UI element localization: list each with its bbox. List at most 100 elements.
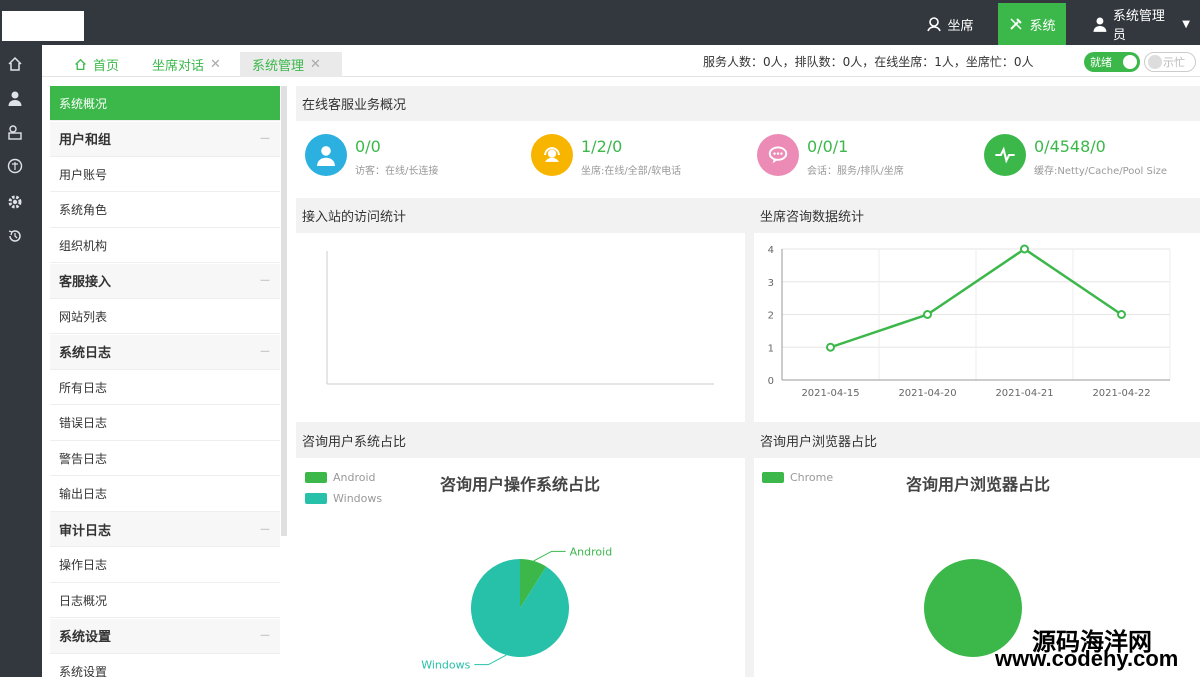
collapse-icon: — <box>260 275 270 286</box>
x-tick-label: 2021-04-20 <box>898 388 956 399</box>
sidebar-item-label: 所有日志 <box>59 380 108 395</box>
caret-down-icon: ▼ <box>1182 18 1190 30</box>
tab-home[interactable]: 首页 <box>62 52 131 77</box>
collapse-icon: — <box>260 630 270 641</box>
sidebar-menu: 系统概况 用户和组 — 用户账号系统角色组织机构 客服接入 — 网站列表 系统日志 — 所有日志错… <box>50 86 280 677</box>
sidebar-item[interactable]: 用户账号 <box>50 157 280 192</box>
headset-icon <box>531 134 573 176</box>
seat-icon <box>927 17 942 32</box>
logo <box>2 11 84 41</box>
sidebar-group-header[interactable]: 客服接入 — <box>50 263 280 299</box>
pulse-icon <box>984 134 1026 176</box>
toggle-knob <box>1148 55 1162 69</box>
pie-label-line <box>533 550 566 562</box>
kpi-caption: 访客：在线/长连接 <box>355 166 439 177</box>
data-point <box>826 342 835 352</box>
user-menu-label: 系统管理员 <box>1112 9 1165 43</box>
home-icon[interactable] <box>0 52 30 76</box>
tab-label: 坐席对话 <box>152 59 205 74</box>
sidebar-item-label: 操作日志 <box>59 558 108 572</box>
kpi-value: 0/0 <box>355 137 381 156</box>
os-panel: 咨询用户系统占比 咨询用户操作系统占比 Android Windows Andr… <box>296 423 745 677</box>
visits-chart <box>326 251 714 385</box>
sidebar-item-label: 错误日志 <box>59 416 108 430</box>
sidebar-item[interactable]: 错误日志 <box>50 406 280 441</box>
sidebar-item[interactable]: 操作日志 <box>50 548 280 583</box>
visits-panel: 接入站的访问统计 <box>296 198 745 422</box>
user-icon <box>305 134 347 176</box>
collapse-icon: — <box>260 523 270 535</box>
sidebar-item[interactable]: 系统概况 <box>50 86 280 121</box>
left-icon-rail <box>0 45 42 677</box>
sidebar-group-header[interactable]: 系统日志 — <box>50 334 280 370</box>
overview-panel: 在线客服业务概况 0/0 访客：在线/长连接 1/2/0 坐席:在线/全部/软电… <box>296 86 1200 198</box>
y-tick-label: 2 <box>768 311 774 322</box>
sidebar-item-label: 系统设置 <box>59 630 112 645</box>
user-icon <box>1093 17 1107 32</box>
consult-title: 坐席咨询数据统计 <box>754 198 1200 233</box>
visits-title: 接入站的访问统计 <box>296 198 745 233</box>
sidebar-group-header[interactable]: 用户和组 — <box>50 121 280 157</box>
sidebar-item[interactable]: 系统角色 <box>50 193 280 228</box>
pie-slice <box>924 559 1022 657</box>
gear-icon[interactable] <box>0 190 30 214</box>
sidebar-item[interactable]: 组织机构 <box>50 228 280 263</box>
sidebar-item[interactable]: 所有日志 <box>50 370 280 405</box>
sidebar-item[interactable]: 系统设置 <box>50 654 280 677</box>
kpi-agents: 1/2/0 坐席:在线/全部/软电话 <box>531 134 741 178</box>
y-tick-label: 4 <box>768 245 774 256</box>
consult-panel: 坐席咨询数据统计 0 1 2 3 4 2021-04-15 2021-04-20 2021-0… <box>754 198 1200 422</box>
close-icon[interactable]: ✕ <box>210 57 221 72</box>
seat-menu-button[interactable]: 坐席 <box>910 3 990 45</box>
x-tick-label: 2021-04-15 <box>801 388 859 399</box>
pie-label: Windows <box>421 659 470 672</box>
kpi-sessions: 0/0/1 会话：服务/排队/坐席 <box>757 134 967 178</box>
dashboard: 在线客服业务概况 0/0 访客：在线/长连接 1/2/0 坐席:在线/全部/软电… <box>296 86 1200 677</box>
user-menu-button[interactable]: 系统管理员 ▼ <box>1082 3 1200 45</box>
sidebar-item[interactable]: 网站列表 <box>50 299 280 334</box>
sidebar-item[interactable]: 日志概况 <box>50 583 280 618</box>
sidebar-scrollbar[interactable] <box>281 86 287 536</box>
tab-agent-chat[interactable]: 坐席对话 ✕ <box>140 52 233 77</box>
sidebar-item-label: 审计日志 <box>59 523 112 539</box>
data-point <box>923 310 932 319</box>
close-icon[interactable]: ✕ <box>310 57 321 72</box>
x-tick-label: 2021-04-22 <box>1092 388 1150 399</box>
service-stats-text: 服务人数：0人，排队数：0人，在线坐席：1人，坐席忙：0人 <box>703 55 1034 69</box>
person-icon[interactable] <box>0 86 30 110</box>
history-icon[interactable] <box>0 224 30 248</box>
kpi-value: 0/4548/0 <box>1034 137 1106 156</box>
sidebar-item-label: 日志概况 <box>59 593 108 608</box>
knowledge-icon[interactable] <box>0 154 30 178</box>
os-pie-chart: Android Windows <box>421 545 613 672</box>
kpi-visitors: 0/0 访客：在线/长连接 <box>305 134 515 178</box>
sidebar-item-label: 系统设置 <box>59 664 108 677</box>
sidebar-item-label: 用户账号 <box>59 167 108 182</box>
sidebar-item-label: 系统角色 <box>59 203 108 217</box>
app-root: 坐席 系统 系统管理员 ▼ 首页 坐席对话 ✕ 系统管理 ✕ 服务人数：0人，排… <box>0 0 1200 677</box>
sidebar-group-header[interactable]: 审计日志 — <box>50 512 280 547</box>
system-menu-button[interactable]: 系统 <box>998 3 1066 45</box>
kpi-caption: 缓存:Netty/Cache/Pool Size <box>1034 166 1167 177</box>
y-tick-label: 1 <box>768 343 774 354</box>
data-point <box>1020 244 1029 254</box>
home-icon <box>75 58 86 71</box>
pie-label: Android <box>570 545 613 558</box>
ready-toggle[interactable]: 就绪 <box>1084 52 1140 72</box>
sidebar-item[interactable]: 输出日志 <box>50 477 280 512</box>
collapse-icon: — <box>260 346 270 357</box>
sidebar-item[interactable]: 警告日志 <box>50 441 280 476</box>
contacts-icon[interactable] <box>0 120 30 144</box>
kpi-cache: 0/4548/0 缓存:Netty/Cache/Pool Size <box>984 134 1198 178</box>
chat-icon <box>757 134 799 176</box>
sidebar-group-header[interactable]: 系统设置 — <box>50 618 280 654</box>
seat-menu-label: 坐席 <box>947 18 974 34</box>
toggle-knob <box>1123 55 1137 69</box>
collapse-icon: — <box>260 133 270 144</box>
tab-system-management[interactable]: 系统管理 ✕ <box>240 52 342 77</box>
busy-toggle[interactable]: 示忙 <box>1144 52 1196 72</box>
overview-title: 在线客服业务概况 <box>296 86 1200 121</box>
ready-toggle-label: 就绪 <box>1090 56 1112 69</box>
pie-label-line <box>474 654 507 666</box>
sidebar-item-label: 输出日志 <box>59 487 108 501</box>
